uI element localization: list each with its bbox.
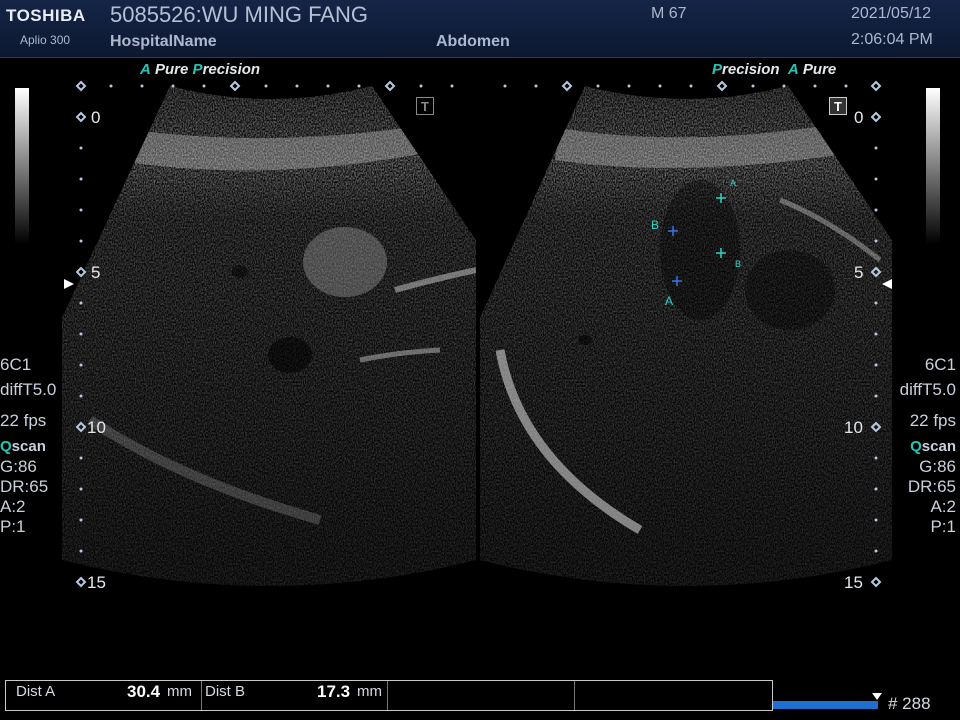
caliper-label-b-lower: B (735, 259, 741, 269)
cine-frame-number: # 288 (888, 694, 931, 713)
param-probe-right: 6C1 (924, 355, 956, 374)
param-qscan-left: Qscan (0, 438, 46, 455)
param-p-left: P:1 (0, 517, 26, 536)
param-preset-right: diffT5.0 (899, 380, 956, 399)
param-fps-left: 22 fps (0, 411, 47, 430)
depth-scale-right-10: 10 (844, 418, 863, 437)
depth-scale-right-15: 15 (844, 573, 863, 592)
depth-scale-right-0: 0 (854, 108, 864, 127)
dist-a-label: Dist A (16, 683, 56, 700)
caliper-label-a-top: A (730, 178, 736, 188)
depth-scale-left-15: 15 (87, 573, 106, 592)
param-fps-right: 22 fps (909, 411, 956, 430)
dist-a-unit: mm (167, 683, 192, 700)
param-dr-right: DR:65 (907, 477, 956, 496)
left-image-t-indicator[interactable]: T (416, 97, 434, 115)
mode-label-left: A Pure Precision (140, 61, 261, 78)
dist-a-value: 30.4 (127, 682, 161, 701)
dist-b-value: 17.3 (317, 682, 351, 701)
left-ultrasound-image (62, 86, 476, 586)
cine-position-marker[interactable] (872, 693, 882, 700)
caliper-label-a-bottom: A (665, 294, 673, 308)
param-a-left: A:2 (0, 497, 26, 516)
measurement-result-bar: Dist A 30.4 mm Dist B 17.3 mm (5, 680, 773, 711)
param-gain-right: G:86 (919, 457, 956, 476)
ultrasound-images: A B B A (62, 80, 892, 588)
param-dr-left: DR:65 (0, 477, 49, 496)
depth-scale-left-0: 0 (91, 108, 101, 127)
grayscale-bar-left (15, 88, 29, 244)
param-a-right: A:2 (930, 497, 956, 516)
depth-scale-left-10: 10 (87, 418, 106, 437)
param-gain-left: G:86 (0, 457, 37, 476)
mode-label-right: Precision A Pure (712, 61, 837, 78)
cine-progress-bar[interactable] (773, 701, 878, 709)
focus-marker-left (64, 279, 74, 289)
depth-scale-right-5: 5 (854, 263, 864, 282)
caliper-label-b-left: B (651, 218, 659, 232)
dist-b-unit: mm (357, 683, 382, 700)
right-image-t-indicator[interactable]: T (829, 97, 847, 115)
param-preset-left: diffT5.0 (0, 380, 57, 399)
grayscale-bar-right (926, 88, 940, 244)
depth-scale-left-5: 5 (91, 263, 101, 282)
param-p-right: P:1 (930, 517, 956, 536)
param-qscan-right: Qscan (910, 438, 956, 455)
right-ultrasound-image (480, 86, 892, 586)
param-probe-left: 6C1 (0, 355, 32, 374)
dist-b-label: Dist B (205, 683, 246, 700)
